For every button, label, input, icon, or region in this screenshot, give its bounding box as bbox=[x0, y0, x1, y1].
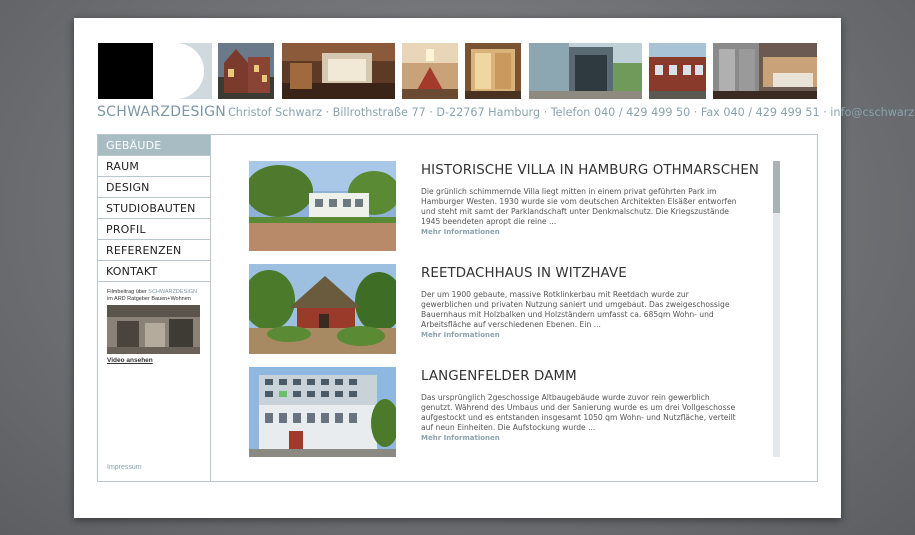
promo-title-suffix: im ARD Ratgeber Bauen+Wohnen bbox=[107, 296, 191, 302]
sidebar: GEBÄUDE RAUM DESIGN STUDIOBAUTEN PROFIL … bbox=[98, 135, 211, 481]
article-excerpt: Der um 1900 gebaute, massive Rotklinkerb… bbox=[421, 290, 741, 340]
article-card: HISTORISCHE VILLA IN HAMBURG OTHMARSCHEN… bbox=[249, 161, 759, 251]
article-image-reetdachhaus[interactable] bbox=[249, 264, 396, 354]
contact-line: Christof Schwarz · Billrothstraße 77 · D… bbox=[228, 106, 915, 119]
promo-video-thumbnail[interactable] bbox=[107, 305, 200, 354]
header-photo-library bbox=[465, 43, 521, 99]
header-photo-stairs bbox=[402, 43, 458, 99]
nav-item-raum[interactable]: RAUM bbox=[98, 156, 210, 177]
article-excerpt: Das ursprünglich 2geschossige Altbaugebä… bbox=[421, 393, 741, 443]
article-excerpt-text: Das ursprünglich 2geschossige Altbaugebä… bbox=[421, 393, 736, 432]
article-title[interactable]: REETDACHHAUS IN WITZHAVE bbox=[421, 266, 627, 281]
page: SCHWARZDESIGN Christof Schwarz · Billrot… bbox=[74, 18, 915, 518]
more-info-link[interactable]: Mehr Informationen bbox=[421, 227, 741, 237]
article-image-langenfelder-damm[interactable] bbox=[249, 367, 396, 457]
promo-title: Filmbeitrag über SCHWARZDESIGN im ARD Ra… bbox=[107, 289, 203, 303]
header-photo-villa bbox=[218, 43, 274, 99]
more-info-link[interactable]: Mehr Informationen bbox=[421, 433, 741, 443]
nav-item-design[interactable]: DESIGN bbox=[98, 177, 210, 198]
nav-item-gebaeude[interactable]: GEBÄUDE bbox=[98, 135, 210, 156]
content-scrollbar[interactable] bbox=[773, 161, 780, 457]
video-link[interactable]: Video ansehen bbox=[107, 357, 210, 364]
scrollbar-thumb[interactable] bbox=[773, 161, 780, 213]
nav-item-profil[interactable]: PROFIL bbox=[98, 219, 210, 240]
article-excerpt-text: Der um 1900 gebaute, massive Rotklinkerb… bbox=[421, 290, 730, 329]
header-photo-bedroom bbox=[713, 43, 817, 99]
article-title[interactable]: LANGENFELDER DAMM bbox=[421, 369, 577, 384]
article-excerpt-text: Die grünlich schimmernde Villa liegt mit… bbox=[421, 187, 737, 226]
more-info-link[interactable]: Mehr Informationen bbox=[421, 330, 741, 340]
header-photo-glass-facade bbox=[529, 43, 642, 99]
article-excerpt: Die grünlich schimmernde Villa liegt mit… bbox=[421, 187, 741, 237]
article-image-villa[interactable] bbox=[249, 161, 396, 251]
header-photo-kitchen bbox=[282, 43, 395, 99]
article-title[interactable]: HISTORISCHE VILLA IN HAMBURG OTHMARSCHEN bbox=[421, 163, 759, 178]
impressum-link[interactable]: Impressum bbox=[107, 464, 142, 471]
promo-title-brand: SCHWARZDESIGN bbox=[148, 289, 197, 295]
nav-item-kontakt[interactable]: KONTAKT bbox=[98, 261, 210, 282]
nav-item-referenzen[interactable]: REFERENZEN bbox=[98, 240, 210, 261]
logo-black-square[interactable] bbox=[98, 43, 153, 99]
brand-name[interactable]: SCHWARZDESIGN bbox=[97, 104, 226, 120]
content-area: HISTORISCHE VILLA IN HAMBURG OTHMARSCHEN… bbox=[211, 135, 817, 481]
main-frame: GEBÄUDE RAUM DESIGN STUDIOBAUTEN PROFIL … bbox=[97, 134, 818, 482]
logo-d-shape[interactable] bbox=[156, 43, 212, 99]
nav-item-studiobauten[interactable]: STUDIOBAUTEN bbox=[98, 198, 210, 219]
article-card: REETDACHHAUS IN WITZHAVE Der um 1900 geb… bbox=[249, 264, 749, 354]
article-card: LANGENFELDER DAMM Das ursprünglich 2gesc… bbox=[249, 367, 749, 457]
header-photo-brick-house bbox=[649, 43, 706, 99]
promo-title-prefix: Filmbeitrag über bbox=[107, 289, 149, 295]
